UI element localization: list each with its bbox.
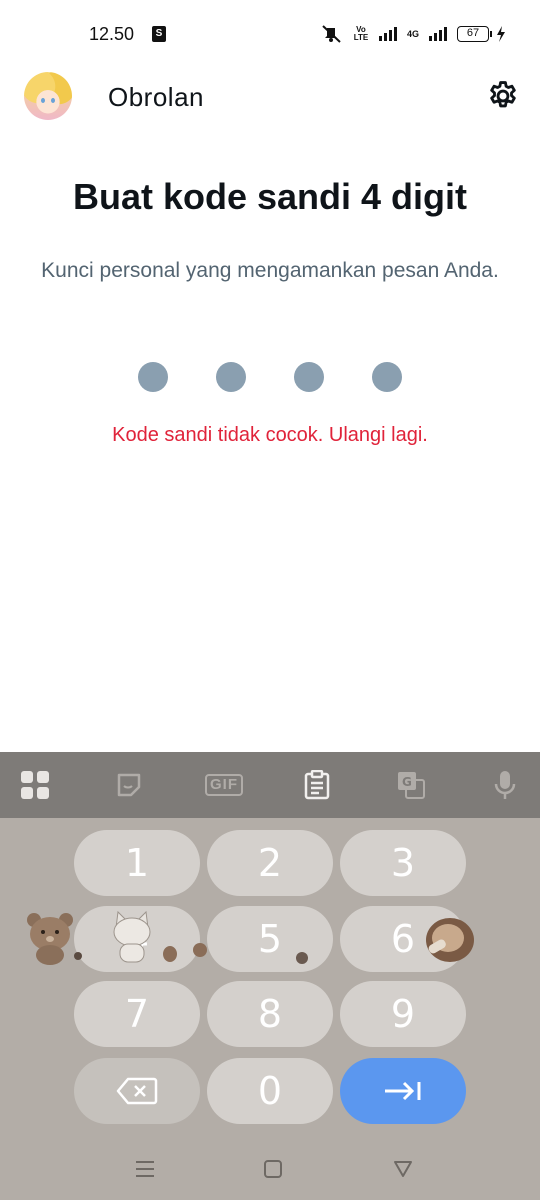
pin-dot (138, 362, 168, 392)
shopping-bag-icon: S (152, 26, 166, 42)
status-icons: Vo LTE 4G 67 (321, 24, 506, 44)
passcode-title: Buat kode sandi 4 digit (72, 176, 468, 217)
clipboard-icon[interactable] (300, 768, 334, 802)
network-type-icon: 4G (406, 29, 419, 39)
back-triangle-icon (394, 1161, 412, 1177)
signal-icon-2 (429, 27, 447, 41)
key-2[interactable]: 2 (207, 830, 333, 896)
avatar[interactable] (24, 72, 72, 120)
key-9[interactable]: 9 (340, 981, 466, 1047)
key-3[interactable]: 3 (340, 830, 466, 896)
key-8[interactable]: 8 (207, 981, 333, 1047)
system-nav-bar (0, 1142, 540, 1200)
settings-gear-icon[interactable] (486, 79, 520, 113)
translate-icon[interactable]: G (394, 768, 428, 802)
key-7[interactable]: 7 (74, 981, 200, 1047)
signal-icon (378, 27, 397, 41)
home-square-icon (264, 1160, 282, 1178)
backspace-key[interactable] (74, 1058, 200, 1124)
error-message: Kode sandi tidak cocok. Ulangi lagi. (112, 424, 428, 446)
charging-icon (497, 26, 505, 42)
key-6[interactable]: 6 (340, 906, 466, 972)
status-bar: 12.50 S Vo LTE 4G 67 (0, 0, 540, 66)
pin-dot (372, 362, 402, 392)
volte-icon: Vo LTE (353, 25, 369, 42)
page-title: Obrolan (108, 82, 204, 112)
mute-icon (322, 25, 341, 43)
enter-key[interactable] (340, 1058, 466, 1124)
keyboard-toolbar: GIF G (0, 752, 540, 818)
key-4[interactable]: 4 (74, 906, 200, 972)
key-0[interactable]: 0 (207, 1058, 333, 1124)
battery-level: 67 (457, 26, 489, 42)
backspace-icon (116, 1077, 158, 1105)
sticker-icon[interactable] (112, 768, 146, 802)
numeric-keyboard: 1 2 3 4 5 6 7 8 9 0 (0, 818, 540, 1142)
svg-text:G: G (402, 775, 412, 789)
passcode-subtitle: Kunci personal yang mengamankan pesan An… (41, 259, 499, 282)
key-1[interactable]: 1 (74, 830, 200, 896)
status-time: 12.50 (89, 24, 135, 44)
menu-icon (136, 1161, 154, 1177)
home-nav-button[interactable] (260, 1156, 286, 1182)
pin-dot (294, 362, 324, 392)
gif-label: GIF (205, 774, 243, 796)
app-header: Obrolan (0, 66, 540, 128)
bear-sticker-icon (27, 913, 73, 965)
pin-dots (0, 362, 540, 392)
microphone-icon[interactable] (488, 768, 522, 802)
back-nav-button[interactable] (390, 1156, 416, 1182)
tab-arrow-icon (385, 1081, 421, 1101)
gif-icon[interactable]: GIF (204, 768, 244, 802)
pin-dot (216, 362, 246, 392)
menu-nav-button[interactable] (132, 1156, 158, 1182)
key-5[interactable]: 5 (207, 906, 333, 972)
battery-icon: 67 (457, 26, 506, 42)
apps-icon[interactable] (18, 768, 52, 802)
